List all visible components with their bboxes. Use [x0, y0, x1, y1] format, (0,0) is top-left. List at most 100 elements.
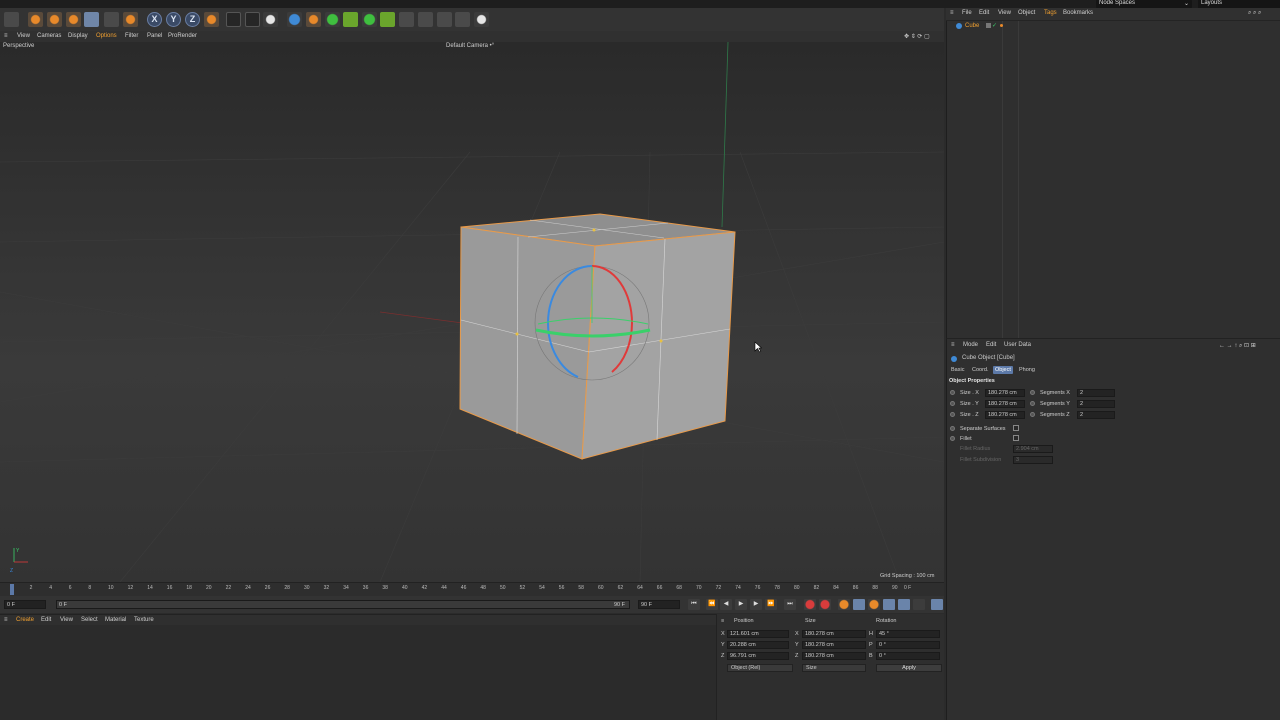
move-tool-icon[interactable]: [47, 12, 62, 27]
size-x-field[interactable]: 180.278 cm: [802, 630, 866, 638]
animation-radio-icon[interactable]: [950, 426, 955, 431]
hamburger-icon[interactable]: ≡: [4, 33, 8, 39]
position-z-field[interactable]: 96.791 cm: [727, 652, 789, 660]
hamburger-icon[interactable]: ≡: [4, 617, 8, 623]
tab-phong[interactable]: Phong: [1017, 366, 1037, 374]
max-frame-field[interactable]: 90 F: [638, 600, 680, 609]
z-axis-lock-icon[interactable]: Z: [185, 12, 200, 27]
y-axis-lock-icon[interactable]: Y: [166, 12, 181, 27]
coordinate-mode-select[interactable]: Object (Rel): [727, 664, 793, 672]
size-mode-select[interactable]: Size: [802, 664, 866, 672]
layouts-dropdown[interactable]: Layouts: [1198, 0, 1280, 8]
size-y-input[interactable]: 180.278 cm: [985, 400, 1025, 408]
material-menu-edit[interactable]: Edit: [41, 617, 51, 623]
node-spaces-dropdown[interactable]: Node Spaces ⌄: [1096, 0, 1192, 8]
rotation-h-field[interactable]: 45 °: [876, 630, 940, 638]
layer-icon[interactable]: [986, 23, 991, 28]
size-y-field[interactable]: 180.278 cm: [802, 641, 866, 649]
frame-range-slider[interactable]: 0 F 90 F: [56, 600, 630, 609]
segments-x-input[interactable]: 2: [1077, 389, 1115, 397]
render-picture-viewer-icon[interactable]: [245, 12, 260, 27]
visibility-dot-icon[interactable]: [1000, 24, 1003, 27]
material-menu-create[interactable]: Create: [16, 617, 34, 623]
hamburger-icon[interactable]: ≡: [951, 342, 955, 348]
play-icon[interactable]: ▶: [735, 599, 747, 610]
render-view-icon[interactable]: [226, 12, 241, 27]
timeline-window-icon[interactable]: [931, 599, 943, 610]
object-menu-object[interactable]: Object: [1018, 10, 1035, 16]
viewport-menu-prorender[interactable]: ProRender: [168, 33, 197, 39]
extrude-generator-icon[interactable]: [343, 12, 358, 27]
segments-y-input[interactable]: 2: [1077, 400, 1115, 408]
segments-z-input[interactable]: 2: [1077, 411, 1115, 419]
tab-basic[interactable]: Basic: [949, 366, 966, 374]
select-tool-icon[interactable]: [28, 12, 43, 27]
coordinate-system-icon[interactable]: [204, 12, 219, 27]
hamburger-icon[interactable]: ≡: [721, 618, 724, 624]
scale-tool-icon[interactable]: [66, 12, 81, 27]
tab-object[interactable]: Object: [993, 366, 1013, 374]
material-menu-select[interactable]: Select: [81, 617, 98, 623]
key-scale-icon[interactable]: [868, 599, 880, 610]
rotation-b-field[interactable]: 0 °: [876, 652, 940, 660]
next-frame-icon[interactable]: ▶: [750, 599, 762, 610]
object-menu-tags[interactable]: Tags: [1044, 10, 1057, 16]
viewport-menu-filter[interactable]: Filter: [125, 33, 138, 39]
enabled-check-icon[interactable]: ✓: [992, 22, 997, 29]
size-z-field[interactable]: 180.278 cm: [802, 652, 866, 660]
position-y-field[interactable]: 20.288 cm: [727, 641, 789, 649]
key-rotation-icon[interactable]: [883, 599, 895, 610]
live-selection-icon[interactable]: [123, 12, 138, 27]
attr-menu-user-data[interactable]: User Data: [1004, 342, 1031, 348]
timeline-ruler[interactable]: 0246810121416182022242628303234363840424…: [0, 582, 944, 596]
mograph-icon[interactable]: [380, 12, 395, 27]
attr-menu-edit[interactable]: Edit: [986, 342, 996, 348]
material-manager-area[interactable]: [0, 625, 716, 720]
light-object-icon[interactable]: [474, 12, 489, 27]
animation-radio-icon[interactable]: [950, 436, 955, 441]
cloner-icon[interactable]: [362, 12, 377, 27]
subdivision-surface-icon[interactable]: [325, 12, 340, 27]
playhead[interactable]: [10, 584, 14, 595]
material-menu-material[interactable]: Material: [105, 617, 126, 623]
apply-button[interactable]: Apply: [876, 664, 942, 672]
material-menu-texture[interactable]: Texture: [134, 617, 154, 623]
start-frame-field[interactable]: 0 F: [4, 600, 46, 609]
object-menu-bookmarks[interactable]: Bookmarks: [1063, 10, 1093, 16]
autokey-icon[interactable]: [819, 599, 831, 610]
fillet-checkbox[interactable]: [1013, 435, 1019, 441]
previous-key-icon[interactable]: ⏪: [706, 599, 718, 610]
x-axis-lock-icon[interactable]: X: [147, 12, 162, 27]
3d-viewport[interactable]: Y Z: [0, 42, 944, 582]
viewport-menu-cameras[interactable]: Cameras: [37, 33, 61, 39]
keyframe-selection-icon[interactable]: [838, 599, 850, 610]
pen-spline-icon[interactable]: [306, 12, 321, 27]
animation-radio-icon[interactable]: [950, 390, 955, 395]
search-icon[interactable]: ⌕ ⌕ ⌕: [1248, 10, 1261, 17]
object-name[interactable]: Cube: [965, 23, 979, 29]
object-menu-view[interactable]: View: [998, 10, 1011, 16]
size-x-input[interactable]: 180.278 cm: [985, 389, 1025, 397]
object-menu-edit[interactable]: Edit: [979, 10, 989, 16]
animation-radio-icon[interactable]: [950, 401, 955, 406]
animation-radio-icon[interactable]: [1030, 412, 1035, 417]
position-x-field[interactable]: 121.601 cm: [727, 630, 789, 638]
viewport-menu-display[interactable]: Display: [68, 33, 88, 39]
object-row-cube[interactable]: Cube ✓: [952, 22, 1152, 32]
viewport-menu-view[interactable]: View: [17, 33, 30, 39]
navigation-arrows-icon[interactable]: ← → ↑ ⌕ ⊡ ⊞: [1219, 342, 1256, 350]
key-parameter-icon[interactable]: [898, 599, 910, 610]
viewport-menu-options[interactable]: Options: [96, 33, 117, 39]
rotation-p-field[interactable]: 0 °: [876, 641, 940, 649]
viewport-menu-panel[interactable]: Panel: [147, 33, 162, 39]
object-menu-file[interactable]: File: [962, 10, 972, 16]
floor-object-icon[interactable]: [437, 12, 452, 27]
separate-surfaces-checkbox[interactable]: [1013, 425, 1019, 431]
cube-object-icon[interactable]: [287, 12, 302, 27]
tab-coord[interactable]: Coord.: [970, 366, 991, 374]
camera-object-icon[interactable]: [455, 12, 470, 27]
recent-tools-icon[interactable]: [104, 12, 119, 27]
object-manager[interactable]: [946, 8, 1280, 338]
render-settings-icon[interactable]: [263, 12, 278, 27]
go-to-end-icon[interactable]: ⏭: [784, 599, 796, 610]
